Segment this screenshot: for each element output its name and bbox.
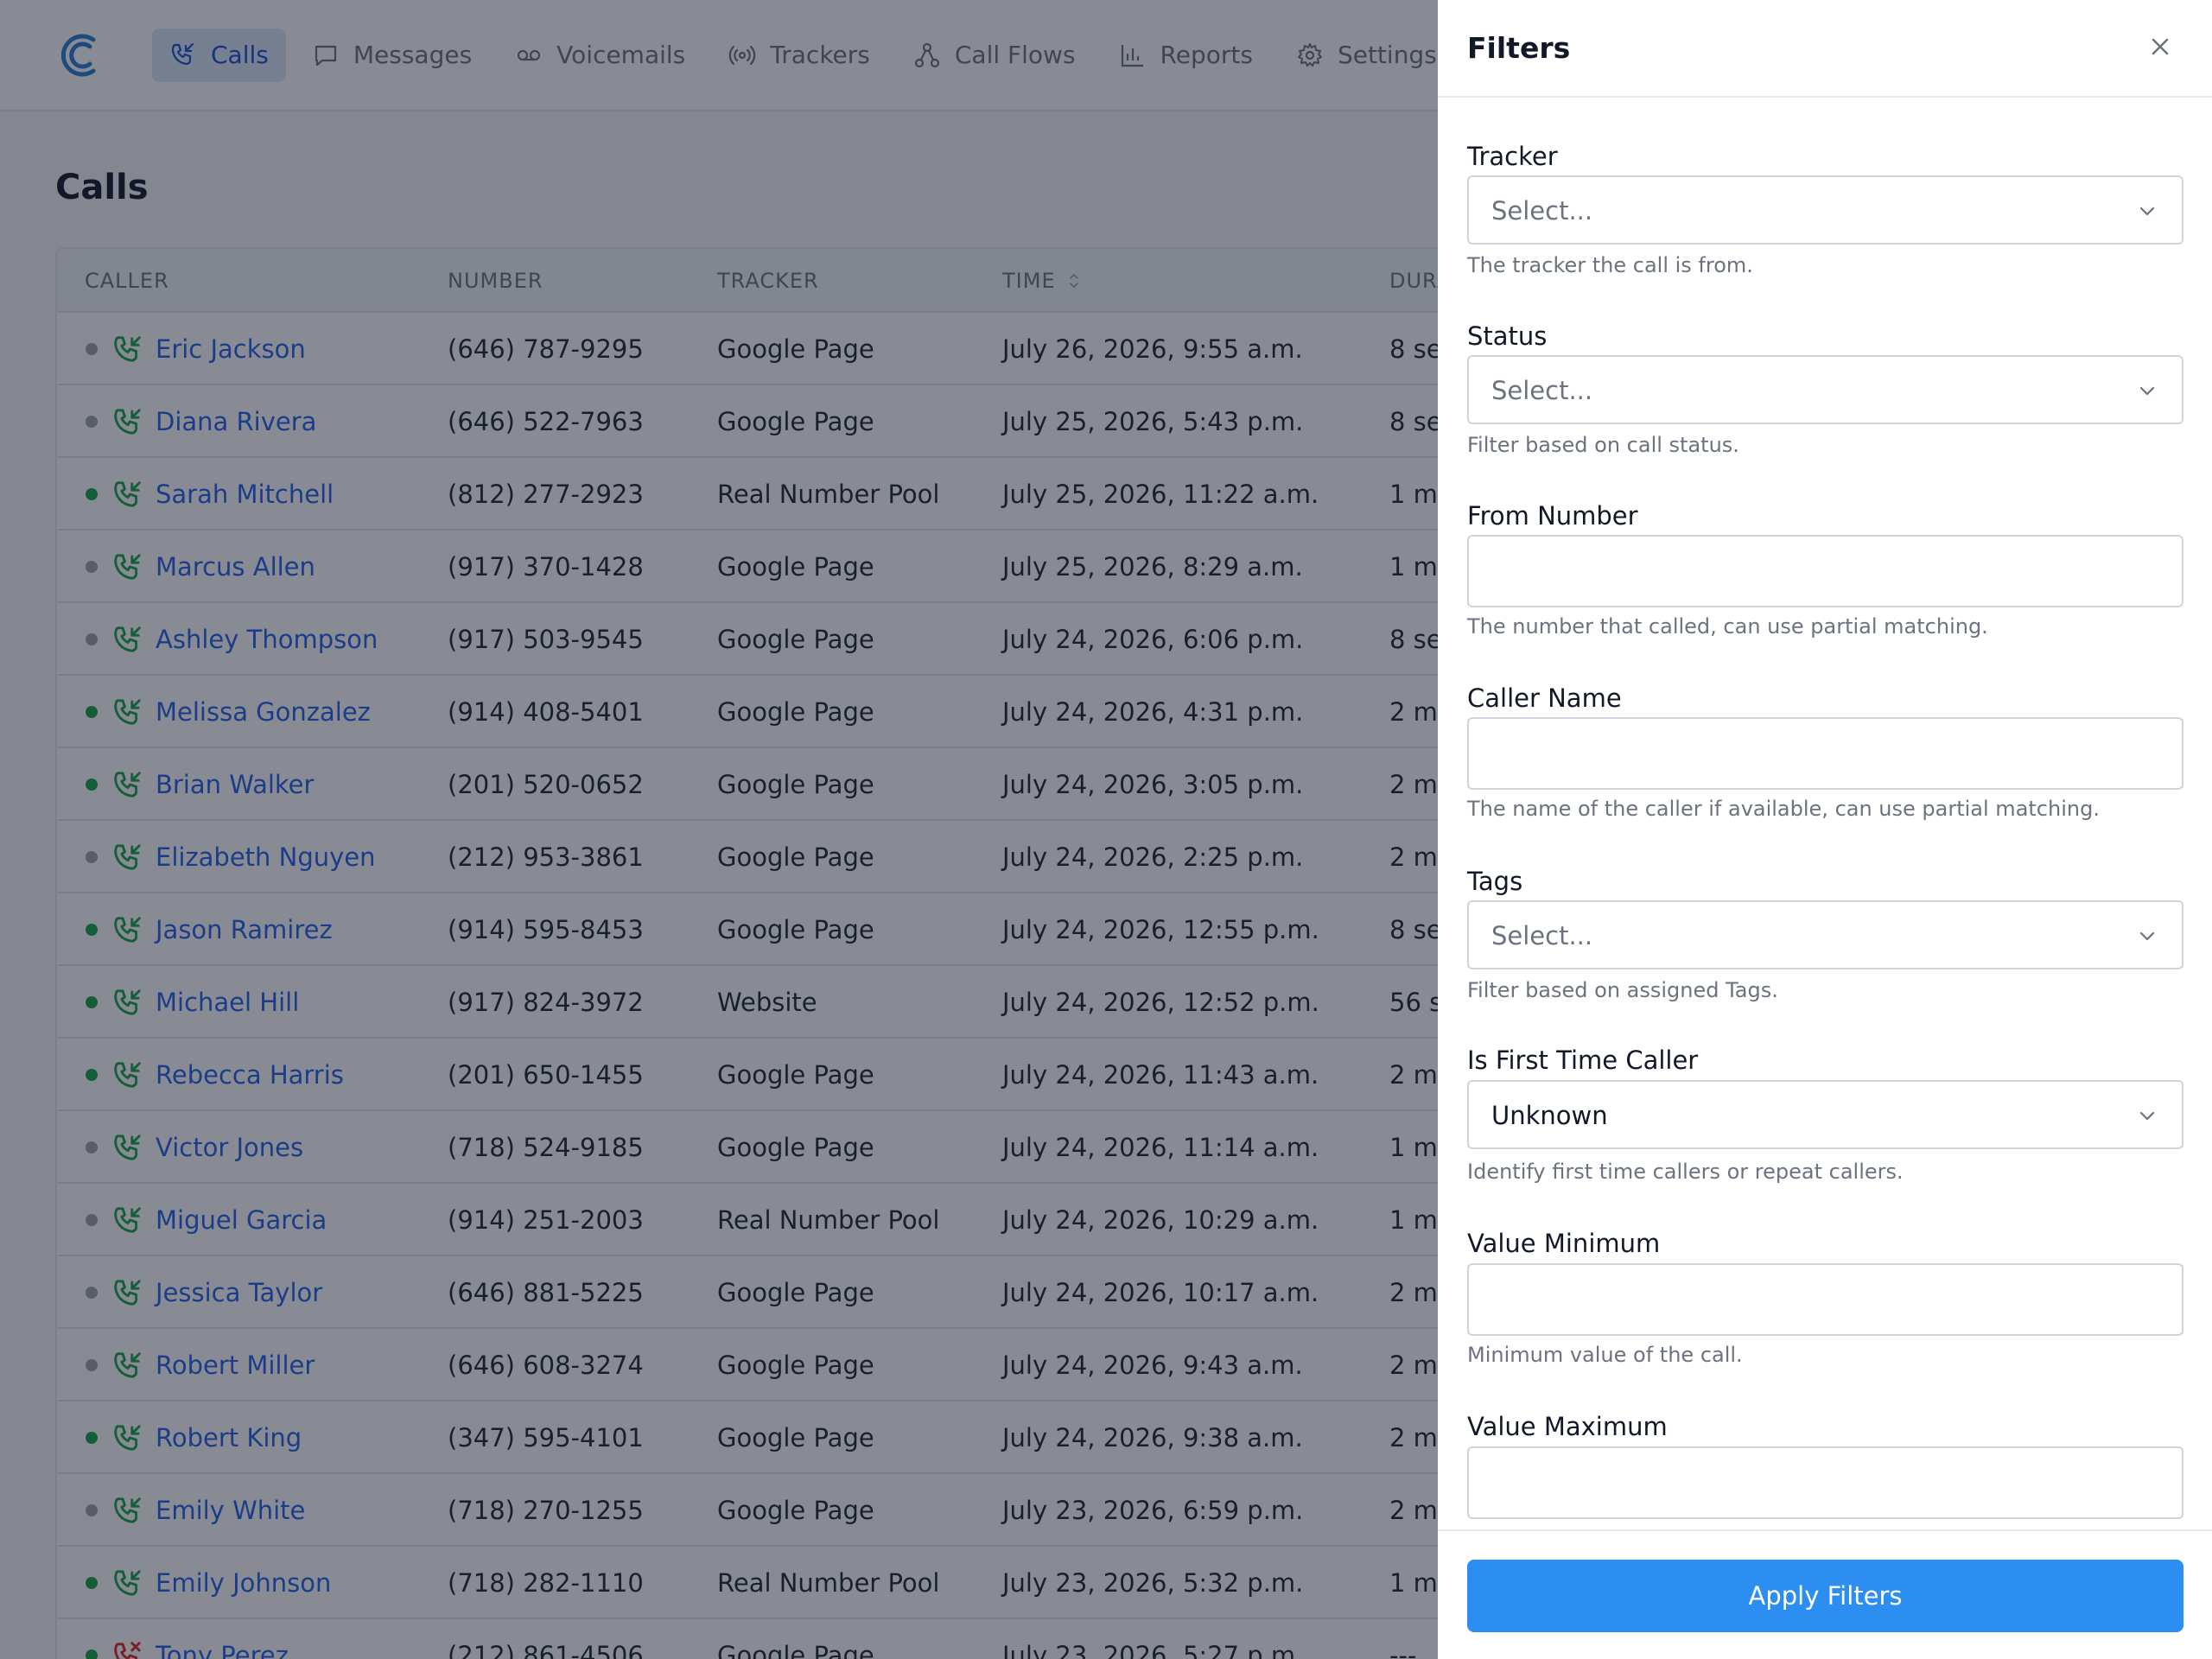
- is-first-time-caller-label: Is First Time Caller: [1467, 1046, 1699, 1075]
- chevron-down-icon: [2139, 1111, 2155, 1121]
- caller-name-help-text: The name of the caller if available, can…: [1467, 797, 2100, 821]
- filters-panel-footer: Apply Filters: [1438, 1529, 2212, 1659]
- status-label: Status: [1467, 321, 1548, 351]
- tracker-help-text: The tracker the call is from.: [1467, 253, 1753, 277]
- tags-label: Tags: [1467, 867, 1523, 896]
- from-number-input[interactable]: [1467, 535, 2183, 607]
- filters-panel-header: Filters: [1438, 0, 2212, 98]
- is-first-time-caller-help-text: Identify first time callers or repeat ca…: [1467, 1160, 1904, 1184]
- value-minimum-help-text: Minimum value of the call.: [1467, 1343, 1743, 1367]
- close-icon[interactable]: [2146, 33, 2174, 60]
- value-maximum-label: Value Maximum: [1467, 1412, 1668, 1441]
- tracker-label: Tracker: [1467, 142, 1558, 171]
- from-number-help-text: The number that called, can use partial …: [1467, 614, 1988, 639]
- chevron-down-icon: [2139, 931, 2155, 941]
- filters-title: Filters: [1467, 31, 1571, 65]
- apply-filters-button[interactable]: Apply Filters: [1467, 1560, 2183, 1632]
- filters-panel: Filters Tracker Select... The tracker the …: [1438, 0, 2212, 1659]
- tags-help-text: Filter based on assigned Tags.: [1467, 978, 1778, 1002]
- status-help-text: Filter based on call status.: [1467, 433, 1739, 457]
- chevron-down-icon: [2139, 207, 2155, 216]
- tags-select-value: Select...: [1491, 921, 1593, 950]
- value-minimum-label: Value Minimum: [1467, 1229, 1661, 1258]
- caller-name-label: Caller Name: [1467, 683, 1622, 713]
- chevron-down-icon: [2139, 386, 2155, 396]
- tracker-select-value: Select...: [1491, 196, 1593, 226]
- value-maximum-input[interactable]: [1467, 1446, 2183, 1519]
- caller-name-input[interactable]: [1467, 717, 2183, 790]
- value-minimum-input[interactable]: [1467, 1263, 2183, 1336]
- is-first-time-caller-select-value: Unknown: [1491, 1101, 1608, 1130]
- tracker-select[interactable]: Select...: [1467, 175, 2183, 245]
- status-select-value: Select...: [1491, 376, 1593, 405]
- tags-select[interactable]: Select...: [1467, 900, 2183, 969]
- from-number-label: From Number: [1467, 501, 1638, 531]
- is-first-time-caller-select[interactable]: Unknown: [1467, 1080, 2183, 1149]
- status-select[interactable]: Select...: [1467, 355, 2183, 424]
